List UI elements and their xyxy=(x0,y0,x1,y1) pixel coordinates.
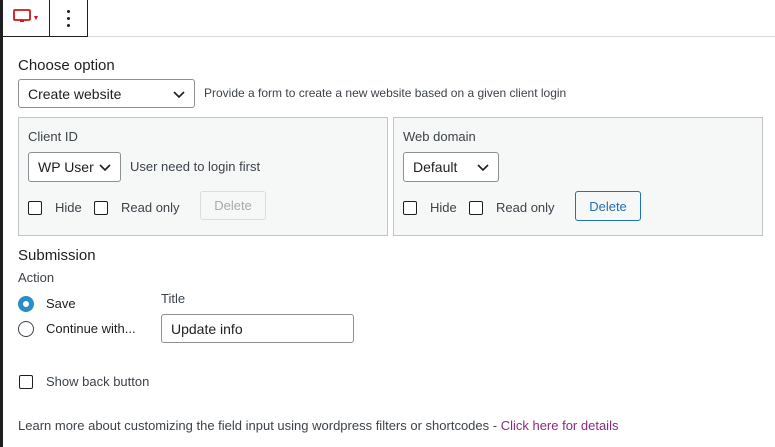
chevron-down-icon xyxy=(173,86,185,102)
toolbar-divider xyxy=(88,36,775,37)
radio-save-label: Save xyxy=(46,296,76,311)
desktop-icon xyxy=(12,8,31,28)
block-type-button[interactable]: ▼ xyxy=(3,0,50,37)
block-toolbar: ▼ xyxy=(3,0,88,37)
action-label: Action xyxy=(18,270,55,285)
web-domain-delete-button[interactable]: Delete xyxy=(575,191,641,221)
client-id-read-only-checkbox[interactable] xyxy=(94,201,108,215)
choose-option-select[interactable]: Create website xyxy=(18,79,195,108)
details-link[interactable]: Click here for details xyxy=(501,418,619,433)
chevron-down-icon xyxy=(99,159,111,175)
client-id-label: Client ID xyxy=(28,129,78,144)
show-back-button-label: Show back button xyxy=(46,374,150,389)
choose-option-description: Provide a form to create a new website b… xyxy=(204,86,567,100)
more-vertical-icon xyxy=(67,9,70,27)
web-domain-select[interactable]: Default xyxy=(403,152,499,182)
client-id-hide-label: Hide xyxy=(55,200,82,215)
web-domain-hide-label: Hide xyxy=(430,200,457,215)
web-domain-read-only-label: Read only xyxy=(496,200,555,215)
web-domain-hide-checkbox[interactable] xyxy=(403,201,417,215)
client-id-hide-checkbox[interactable] xyxy=(28,201,42,215)
client-id-read-only-label: Read only xyxy=(121,200,180,215)
show-back-button-checkbox[interactable] xyxy=(19,375,33,389)
client-id-select[interactable]: WP User xyxy=(28,152,121,182)
chevron-down-icon xyxy=(477,159,489,175)
title-input[interactable]: Update info xyxy=(161,314,354,343)
client-id-delete-button[interactable]: Delete xyxy=(200,191,266,220)
client-id-select-value: WP User xyxy=(38,159,94,175)
radio-continue-with-label: Continue with... xyxy=(46,321,136,336)
client-id-note: User need to login first xyxy=(130,159,261,174)
title-input-value: Update info xyxy=(171,320,243,337)
footer-text: Learn more about customizing the field i… xyxy=(18,418,501,433)
web-domain-label: Web domain xyxy=(403,129,476,144)
choose-option-value: Create website xyxy=(28,85,122,102)
choose-option-heading: Choose option xyxy=(18,57,115,74)
radio-continue-with[interactable] xyxy=(18,321,34,337)
web-domain-select-value: Default xyxy=(413,159,458,175)
title-label: Title xyxy=(161,291,186,306)
radio-save[interactable] xyxy=(18,296,34,312)
submission-heading: Submission xyxy=(18,247,96,264)
caret-down-icon: ▼ xyxy=(32,14,40,22)
web-domain-read-only-checkbox[interactable] xyxy=(469,201,483,215)
footer-help-text: Learn more about customizing the field i… xyxy=(18,418,618,433)
more-options-button[interactable] xyxy=(50,0,88,37)
